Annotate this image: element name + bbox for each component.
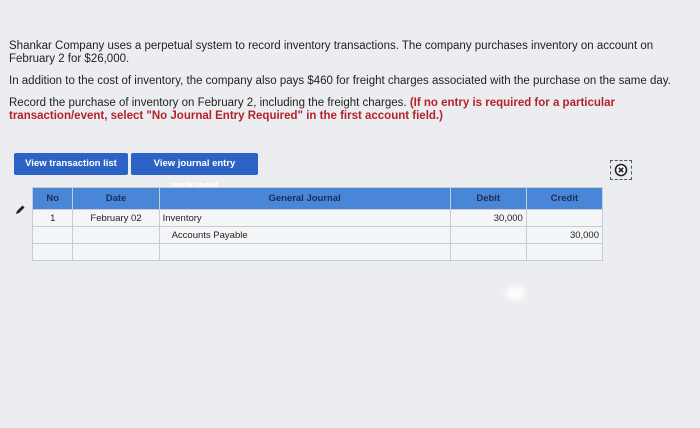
entry-debit[interactable]: 30,000: [449, 209, 527, 227]
entry-no: [31, 243, 74, 261]
entry-debit[interactable]: [449, 226, 527, 244]
table-row: [31, 243, 604, 261]
homework-page: Shankar Company uses a perpetual system …: [0, 0, 700, 428]
screen-glare: [505, 286, 525, 300]
entry-credit[interactable]: [525, 209, 604, 227]
entry-date: [72, 243, 160, 261]
pencil-icon[interactable]: [14, 204, 26, 216]
table-row: Accounts Payable 30,000: [31, 226, 604, 244]
view-journal-worksheet-button[interactable]: View journal entry worksheet: [131, 153, 258, 191]
view-transaction-list-button[interactable]: View transaction list: [14, 153, 128, 175]
entry-credit[interactable]: [525, 243, 604, 261]
journal-table: No Date General Journal Debit Credit 1 F…: [31, 187, 604, 261]
entry-credit[interactable]: 30,000: [525, 226, 604, 244]
entry-debit[interactable]: [449, 243, 527, 261]
table-row: 1 February 02 Inventory 30,000: [31, 209, 604, 227]
col-general-journal-header: General Journal: [158, 187, 451, 210]
problem-paragraph-2: In addition to the cost of inventory, th…: [9, 75, 671, 87]
entry-no: [31, 226, 74, 244]
col-no-header: No: [31, 187, 74, 210]
instruction-text: Record the purchase of inventory on Febr…: [9, 97, 407, 109]
close-circle-x-icon: [614, 163, 628, 177]
problem-paragraph-1: Shankar Company uses a perpetual system …: [9, 40, 654, 65]
problem-instruction: Record the purchase of inventory on Febr…: [9, 97, 679, 123]
col-debit-header: Debit: [449, 187, 527, 210]
col-date-header: Date: [72, 187, 160, 210]
entry-account[interactable]: Accounts Payable: [158, 226, 451, 244]
entry-date: [72, 226, 160, 244]
entry-date: February 02: [72, 209, 160, 227]
entry-no: 1: [31, 209, 74, 227]
col-credit-header: Credit: [525, 187, 604, 210]
problem-statement: Shankar Company uses a perpetual system …: [9, 40, 679, 132]
journal-header-row: No Date General Journal Debit Credit: [31, 187, 604, 210]
close-button[interactable]: [610, 160, 632, 180]
entry-account[interactable]: Inventory: [158, 209, 451, 227]
entry-account[interactable]: [158, 243, 451, 261]
